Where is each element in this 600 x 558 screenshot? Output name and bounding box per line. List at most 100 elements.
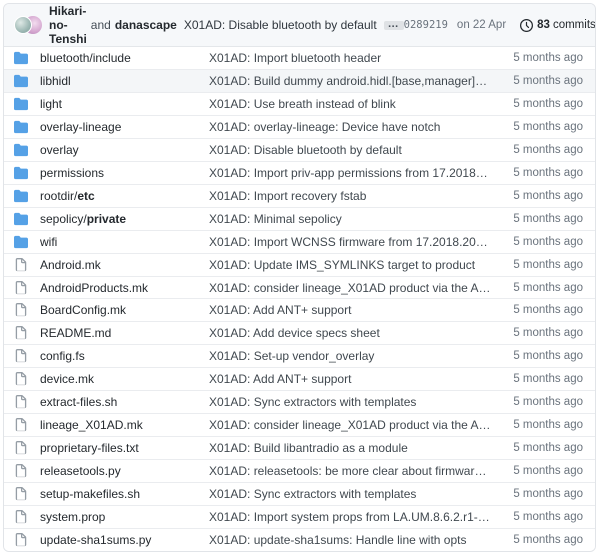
commit-message-link[interactable]: X01AD: Set-up vendor_overlay: [209, 349, 491, 363]
commit-message-link[interactable]: X01AD: consider lineage_X01AD product vi…: [209, 281, 491, 295]
file-icon: [14, 441, 40, 455]
file-name-link[interactable]: lineage_X01AD.mk: [40, 418, 209, 432]
commit-date: on 22 Apr: [457, 19, 506, 31]
avatar-author1[interactable]: [14, 16, 32, 34]
commit-age: 5 months ago: [491, 259, 595, 271]
file-name-link[interactable]: AndroidProducts.mk: [40, 281, 209, 295]
commit-message-link[interactable]: X01AD: Update IMS_SYMLINKS target to pro…: [209, 258, 491, 272]
folder-icon: [14, 189, 40, 203]
commit-message-link[interactable]: X01AD: update-sha1sums: Handle line with…: [209, 533, 491, 547]
commit-message-link[interactable]: X01AD: Add device specs sheet: [209, 326, 491, 340]
commit-message-link[interactable]: X01AD: Add ANT+ support: [209, 303, 491, 317]
commit-message-link[interactable]: X01AD: Import WCNSS firmware from 17.201…: [209, 235, 491, 249]
file-icon: [14, 510, 40, 524]
folder-icon: [14, 51, 40, 65]
latest-commit-bar: Hikari-no-Tenshi and danascape X01AD: Di…: [4, 4, 595, 47]
table-row: wifiX01AD: Import WCNSS firmware from 17…: [4, 230, 595, 253]
commit-age: 5 months ago: [491, 167, 595, 179]
folder-icon: [14, 212, 40, 226]
commit-age: 5 months ago: [491, 213, 595, 225]
folder-icon: [14, 97, 40, 111]
commit-message-link[interactable]: X01AD: Sync extractors with templates: [209, 487, 491, 501]
commit-description-toggle[interactable]: …: [384, 21, 404, 30]
table-row: device.mkX01AD: Add ANT+ support5 months…: [4, 367, 595, 390]
author1-link[interactable]: Hikari-no-Tenshi: [49, 4, 87, 46]
commit-age: 5 months ago: [491, 327, 595, 339]
commit-message-link[interactable]: X01AD: Import recovery fstab: [209, 189, 491, 203]
file-name-link[interactable]: setup-makefiles.sh: [40, 487, 209, 501]
commits-count: 83: [537, 19, 550, 31]
commit-age: 5 months ago: [491, 144, 595, 156]
table-row: setup-makefiles.shX01AD: Sync extractors…: [4, 482, 595, 505]
commit-message-link[interactable]: X01AD: Import system props from LA.UM.8.…: [209, 510, 491, 524]
directory-name-link[interactable]: overlay-lineage: [40, 120, 209, 134]
file-name-link[interactable]: README.md: [40, 326, 209, 340]
directory-name-link[interactable]: libhidl: [40, 74, 209, 88]
commit-age: 5 months ago: [491, 534, 595, 546]
commit-message-link[interactable]: X01AD: Import bluetooth header: [209, 51, 491, 65]
table-row: lineage_X01AD.mkX01AD: consider lineage_…: [4, 413, 595, 436]
table-row: config.fsX01AD: Set-up vendor_overlay5 m…: [4, 344, 595, 367]
commit-age: 5 months ago: [491, 442, 595, 454]
table-row: rootdir/etcX01AD: Import recovery fstab5…: [4, 184, 595, 207]
commit-age: 5 months ago: [491, 190, 595, 202]
commit-message-link[interactable]: X01AD: consider lineage_X01AD product vi…: [209, 418, 491, 432]
commit-age: 5 months ago: [491, 488, 595, 500]
directory-name-link[interactable]: sepolicy/private: [40, 212, 209, 226]
author2-link[interactable]: danascape: [115, 18, 177, 32]
directory-name-link[interactable]: rootdir/etc: [40, 189, 209, 203]
file-name-link[interactable]: device.mk: [40, 372, 209, 386]
table-row: sepolicy/privateX01AD: Minimal sepolicy5…: [4, 207, 595, 230]
commit-message-link[interactable]: X01AD: overlay-lineage: Device have notc…: [209, 120, 491, 134]
table-row: update-sha1sums.pyX01AD: update-sha1sums…: [4, 528, 595, 551]
table-row: lightX01AD: Use breath instead of blink5…: [4, 92, 595, 115]
folder-icon: [14, 120, 40, 134]
file-name-link[interactable]: releasetools.py: [40, 464, 209, 478]
file-icon: [14, 303, 40, 317]
clock-history-icon: [520, 19, 533, 32]
table-row: extract-files.shX01AD: Sync extractors w…: [4, 390, 595, 413]
file-name-link[interactable]: update-sha1sums.py: [40, 533, 209, 547]
commit-age: 5 months ago: [491, 52, 595, 64]
commit-message-link[interactable]: X01AD: Use breath instead of blink: [209, 97, 491, 111]
directory-name-link[interactable]: wifi: [40, 235, 209, 249]
file-icon: [14, 533, 40, 547]
table-row: README.mdX01AD: Add device specs sheet5 …: [4, 321, 595, 344]
directory-name-link[interactable]: overlay: [40, 143, 209, 157]
table-row: Android.mkX01AD: Update IMS_SYMLINKS tar…: [4, 253, 595, 276]
commit-message-link[interactable]: X01AD: Minimal sepolicy: [209, 212, 491, 226]
commit-age: 5 months ago: [491, 396, 595, 408]
commit-sha-link[interactable]: 0289219: [404, 19, 448, 31]
commit-age: 5 months ago: [491, 75, 595, 87]
file-name-link[interactable]: system.prop: [40, 510, 209, 524]
directory-name-link[interactable]: light: [40, 97, 209, 111]
table-row: BoardConfig.mkX01AD: Add ANT+ support5 m…: [4, 298, 595, 321]
commit-message-link[interactable]: X01AD: Sync extractors with templates: [209, 395, 491, 409]
file-name-link[interactable]: Android.mk: [40, 258, 209, 272]
commit-message-link[interactable]: X01AD: Build dummy android.hidl.[base,ma…: [209, 74, 491, 88]
table-row: releasetools.pyX01AD: releasetools: be m…: [4, 459, 595, 482]
file-name-link[interactable]: extract-files.sh: [40, 395, 209, 409]
file-icon: [14, 258, 40, 272]
file-name-link[interactable]: config.fs: [40, 349, 209, 363]
commit-age: 5 months ago: [491, 350, 595, 362]
commit-message-link[interactable]: X01AD: Add ANT+ support: [209, 372, 491, 386]
file-icon: [14, 281, 40, 295]
directory-name-link[interactable]: bluetooth/include: [40, 51, 209, 65]
commit-message-link[interactable]: X01AD: releasetools: be more clear about…: [209, 464, 491, 478]
file-name-link[interactable]: BoardConfig.mk: [40, 303, 209, 317]
commit-age: 5 months ago: [491, 98, 595, 110]
file-icon: [14, 464, 40, 478]
author-avatars: [14, 16, 42, 34]
commit-message-link[interactable]: X01AD: Build libantradio as a module: [209, 441, 491, 455]
commit-history-link[interactable]: 83 commits: [520, 19, 596, 32]
commit-message-link[interactable]: X01AD: Disable bluetooth by default: [209, 143, 491, 157]
file-name-link[interactable]: proprietary-files.txt: [40, 441, 209, 455]
latest-commit-message-link[interactable]: X01AD: Disable bluetooth by default: [184, 18, 377, 32]
directory-name-link[interactable]: permissions: [40, 166, 209, 180]
file-icon: [14, 395, 40, 409]
commit-message-link[interactable]: X01AD: Import priv-app permissions from …: [209, 166, 491, 180]
table-row: system.propX01AD: Import system props fr…: [4, 505, 595, 528]
file-icon: [14, 372, 40, 386]
commit-age: 5 months ago: [491, 236, 595, 248]
